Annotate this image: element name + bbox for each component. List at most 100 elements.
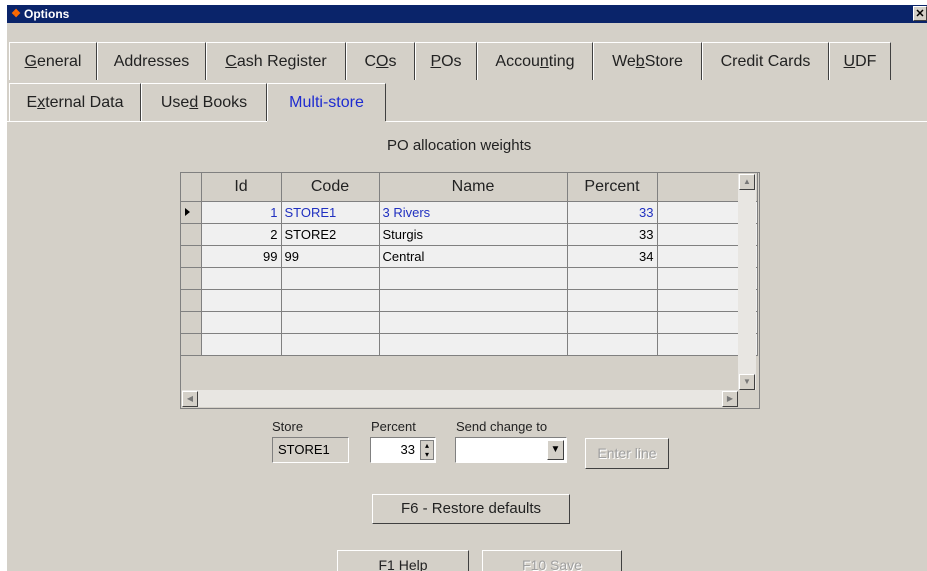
current-row-arrow-icon: [185, 207, 190, 216]
cell-code[interactable]: 99: [281, 245, 380, 268]
tab-cash-register[interactable]: Cash Register: [206, 42, 346, 80]
tab-credit-cards[interactable]: Credit Cards: [702, 42, 829, 80]
table-row[interactable]: [181, 333, 758, 356]
chevron-down-icon: ▼: [550, 444, 561, 455]
cell-percent[interactable]: [567, 333, 658, 356]
cell-name[interactable]: Sturgis: [379, 223, 568, 246]
percent-value: 33: [400, 442, 415, 457]
column-header-id[interactable]: Id: [201, 173, 282, 202]
tab-row-2: External Data Used Books Multi-store: [7, 83, 927, 121]
cell-id[interactable]: 99: [201, 245, 282, 268]
grid-header-row: Id Code Name Percent: [181, 173, 758, 202]
row-indicator[interactable]: [181, 289, 202, 312]
tab-pos[interactable]: POs: [415, 42, 477, 80]
column-header-code[interactable]: Code: [281, 173, 380, 202]
scroll-down-button[interactable]: ▼: [739, 374, 755, 390]
store-label: Store: [272, 419, 304, 434]
table-row[interactable]: [181, 289, 758, 312]
dropdown-button[interactable]: ▼: [547, 440, 564, 460]
cell-id[interactable]: [201, 267, 282, 290]
cell-percent[interactable]: [567, 267, 658, 290]
tab-row-1: General Addresses Cash Register COs POs Accou…: [7, 42, 927, 80]
tab-baseline-left: [7, 121, 267, 122]
row-indicator[interactable]: [181, 245, 202, 268]
scroll-right-button[interactable]: ▶: [722, 391, 738, 407]
cell-name[interactable]: [379, 311, 568, 334]
column-header-name[interactable]: Name: [379, 173, 568, 202]
close-icon: ✕: [915, 8, 925, 20]
row-indicator[interactable]: [181, 223, 202, 246]
save-button[interactable]: F10 Save: [482, 550, 622, 571]
close-button[interactable]: ✕: [913, 6, 927, 21]
title-bar: ❖ Options ✕: [7, 5, 927, 23]
table-row[interactable]: 2 STORE2 Sturgis 33: [181, 223, 758, 246]
tab-general[interactable]: General: [9, 42, 97, 80]
cell-name[interactable]: [379, 289, 568, 312]
cell-percent[interactable]: [567, 311, 658, 334]
tab-multi-store[interactable]: Multi-store: [267, 83, 386, 121]
options-app-icon: ❖: [11, 8, 21, 20]
cell-name[interactable]: [379, 333, 568, 356]
allocation-grid[interactable]: Id Code Name Percent 1 STORE1 3 Rivers 33 2 S…: [180, 172, 760, 409]
tab-baseline-right: [386, 121, 927, 122]
cell-percent[interactable]: 34: [567, 245, 658, 268]
cell-id[interactable]: 2: [201, 223, 282, 246]
tab-accounting[interactable]: Accounting: [477, 42, 593, 80]
vertical-scrollbar[interactable]: ▲ ▼: [738, 174, 756, 390]
allocation-table: Id Code Name Percent 1 STORE1 3 Rivers 33 2 S…: [181, 173, 758, 356]
cell-code[interactable]: [281, 289, 380, 312]
help-button[interactable]: F1 Help: [337, 550, 469, 571]
arrow-left-icon: ◀: [186, 394, 194, 403]
row-indicator[interactable]: [181, 311, 202, 334]
row-indicator[interactable]: [181, 333, 202, 356]
table-row[interactable]: [181, 267, 758, 290]
cell-id[interactable]: [201, 311, 282, 334]
arrow-up-icon: ▲: [743, 177, 751, 186]
cell-id[interactable]: [201, 333, 282, 356]
cell-code[interactable]: STORE1: [281, 201, 380, 224]
cell-id[interactable]: [201, 289, 282, 312]
window-title: Options: [24, 7, 70, 21]
page-heading: PO allocation weights: [387, 137, 532, 154]
spin-down-icon: ▾: [424, 450, 429, 459]
percent-label: Percent: [371, 419, 416, 434]
cell-name[interactable]: Central: [379, 245, 568, 268]
cell-percent[interactable]: 33: [567, 223, 658, 246]
percent-stepper[interactable]: 33 ▴ ▾: [370, 437, 436, 463]
arrow-down-icon: ▼: [743, 377, 751, 386]
scroll-left-button[interactable]: ◀: [182, 391, 198, 407]
tab-addresses[interactable]: Addresses: [97, 42, 206, 80]
arrow-right-icon: ▶: [726, 394, 734, 403]
row-indicator-header: [181, 173, 202, 202]
tab-webstore[interactable]: WebStore: [593, 42, 702, 80]
scroll-up-button[interactable]: ▲: [739, 174, 755, 190]
cell-id[interactable]: 1: [201, 201, 282, 224]
spin-up-icon: ▴: [424, 441, 429, 450]
restore-defaults-button[interactable]: F6 - Restore defaults: [372, 494, 570, 524]
cell-code[interactable]: [281, 333, 380, 356]
horizontal-scrollbar[interactable]: ◀ ▶: [182, 390, 738, 407]
send-change-label: Send change to: [456, 419, 548, 434]
table-row[interactable]: 1 STORE1 3 Rivers 33: [181, 201, 758, 224]
cell-percent[interactable]: 33: [567, 201, 658, 224]
store-field[interactable]: STORE1: [272, 437, 349, 463]
send-change-select[interactable]: ▼: [455, 437, 567, 463]
percent-spin-buttons[interactable]: ▴ ▾: [420, 440, 434, 460]
cell-code[interactable]: STORE2: [281, 223, 380, 246]
row-indicator[interactable]: [181, 201, 202, 224]
enter-line-button[interactable]: Enter line: [585, 438, 669, 469]
tab-external-data[interactable]: External Data: [9, 83, 141, 121]
cell-code[interactable]: [281, 267, 380, 290]
table-row[interactable]: [181, 311, 758, 334]
cell-code[interactable]: [281, 311, 380, 334]
cell-percent[interactable]: [567, 289, 658, 312]
tab-udf[interactable]: UDF: [829, 42, 891, 80]
column-header-percent[interactable]: Percent: [567, 173, 658, 202]
tab-used-books[interactable]: Used Books: [141, 83, 267, 121]
options-window: ❖ Options ✕ General Addresses Cash Registe…: [7, 5, 927, 571]
row-indicator[interactable]: [181, 267, 202, 290]
cell-name[interactable]: [379, 267, 568, 290]
tab-cos[interactable]: COs: [346, 42, 415, 80]
table-row[interactable]: 99 99 Central 34: [181, 245, 758, 268]
cell-name[interactable]: 3 Rivers: [379, 201, 568, 224]
